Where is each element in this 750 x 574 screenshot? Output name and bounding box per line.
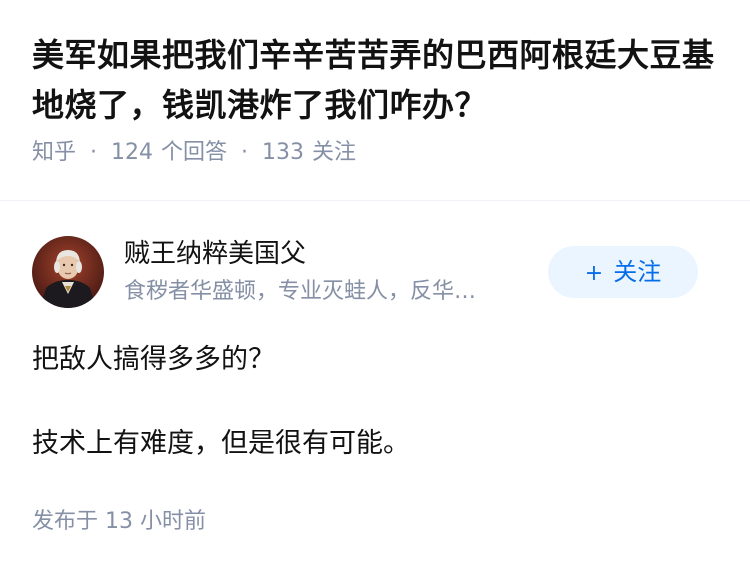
answer-paragraph: 把敌人搞得多多的？ <box>32 344 275 375</box>
section-divider <box>0 200 750 201</box>
follow-button-label: 关注 <box>613 258 662 286</box>
author-bio: 食秽者华盛顿，专业灭蛙人，反华… <box>124 279 477 304</box>
question-title[interactable]: 美军如果把我们辛辛苦苦弄的巴西阿根廷大豆基地烧了，钱凯港炸了我们咋办？ <box>32 30 722 130</box>
author-name[interactable]: 贼王纳粹美国父 <box>124 236 544 272</box>
author-info: 贼王纳粹美国父 食秽者华盛顿，专业灭蛙人，反华… <box>124 236 544 308</box>
published-time: 发布于 13 小时前 <box>32 506 206 538</box>
follow-button[interactable]: + 关注 <box>548 246 698 298</box>
avatar[interactable] <box>32 236 104 308</box>
answer-paragraph: 技术上有难度，但是很有可能。 <box>32 428 410 459</box>
author-card: 贼王纳粹美国父 食秽者华盛顿，专业灭蛙人，反华… + 关注 <box>32 236 718 308</box>
follower-count[interactable]: 133 <box>262 138 304 168</box>
question-meta: 知乎 · 124 个回答 · 133 关注 <box>32 138 722 168</box>
avatar-portrait-icon <box>32 236 104 308</box>
published-prefix: 发布于 <box>32 509 99 534</box>
answer-content: 把敌人搞得多多的？ 技术上有难度，但是很有可能。 <box>32 340 722 464</box>
meta-separator: · <box>241 140 249 165</box>
plus-icon: + <box>584 261 604 286</box>
question-header: 美军如果把我们辛辛苦苦弄的巴西阿根廷大豆基地烧了，钱凯港炸了我们咋办？ 知乎 ·… <box>32 30 722 168</box>
answer-count[interactable]: 124 <box>111 138 153 168</box>
published-time-value: 13 小时前 <box>105 509 207 534</box>
meta-separator: · <box>90 140 98 165</box>
follower-count-label[interactable]: 关注 <box>312 138 356 168</box>
answer-count-label[interactable]: 个回答 <box>161 138 227 168</box>
source-label[interactable]: 知乎 <box>32 138 76 168</box>
